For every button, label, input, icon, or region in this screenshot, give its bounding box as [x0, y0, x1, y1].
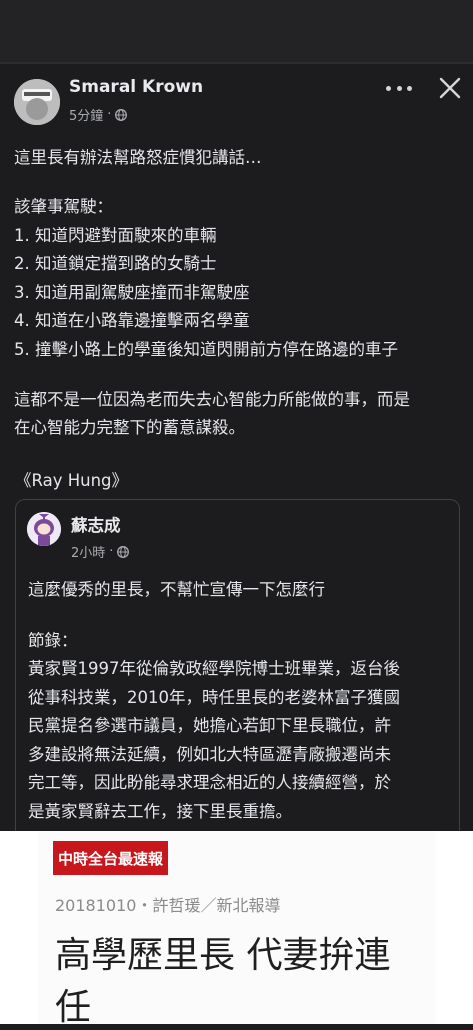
close-icon[interactable]: [438, 75, 462, 101]
post-list-item: 5. 撞擊小路上的學童後知道閃開前方停在路邊的車子: [14, 340, 398, 359]
post-list-heading: 該肇事駕駛：: [14, 197, 113, 216]
post-conclusion: 在心智能力完整下的蓄意謀殺。: [14, 418, 245, 437]
shared-author-name[interactable]: 蘇志成: [71, 512, 121, 536]
shared-post-time[interactable]: 2小時: [71, 542, 105, 561]
post-list-item: 4. 知道在小路靠邊撞擊兩名學童: [14, 311, 250, 330]
news-source-badge: 中時全台最速報: [53, 841, 168, 875]
post-time[interactable]: 5分鐘: [69, 105, 103, 124]
shared-excerpt-line: 多建設將無法延續，例如北大特區瀝青廠搬遷尚未: [28, 745, 391, 764]
globe-icon: [117, 545, 130, 558]
author-avatar[interactable]: [14, 79, 60, 125]
post-conclusion: 這都不是一位因為老而失去心智能力所能做的事，而是: [14, 390, 410, 409]
shared-excerpt-line: 完工等，因此盼能尋求理念相近的人接續經營，於: [28, 773, 391, 792]
shared-text: 這麼優秀的里長，不幫忙宣傳一下怎麼行: [28, 580, 325, 599]
shared-excerpt-line: 黃家賢1997年從倫敦政經學院博士班畢業，返台後: [28, 659, 400, 678]
post-author-name[interactable]: Smaral Krown: [69, 77, 203, 97]
meta-separator: ·: [107, 107, 112, 122]
shared-excerpt-line: 是黃家賢辭去工作，接下里長重擔。: [28, 802, 292, 821]
meta-separator: ·: [109, 544, 114, 559]
post-list-item: 2. 知道鎖定擋到路的女騎士: [14, 254, 217, 273]
globe-icon: [115, 108, 128, 121]
shared-excerpt-line: 從事科技業，2010年，時任里長的老婆林富子獲國: [28, 688, 400, 707]
shared-excerpt-line: 民黨提名參選市議員，她擔心若卸下里長職位，許: [28, 716, 391, 735]
article-title: 高學歷里長 代妻拚連: [55, 935, 391, 976]
divider: [0, 62, 473, 64]
shared-author-avatar[interactable]: [27, 512, 61, 546]
shared-post-meta: 2小時 ·: [71, 542, 130, 561]
article-title: 任: [55, 987, 92, 1028]
post-paragraph: 這里長有辦法幫路怒症慣犯講話…: [14, 148, 262, 167]
more-icon[interactable]: [386, 79, 412, 97]
shared-post-card[interactable]: 蘇志成 2小時 · 這麼優秀的里長，不幫忙宣傳一下怎麼行 節錄： 黃家賢1997…: [15, 499, 460, 841]
article-dateline: 20181010・許哲瑗／新北報導: [55, 896, 281, 915]
post-list-item: 1. 知道閃避對面駛來的車輛: [14, 226, 217, 245]
post-list-item: 3. 知道用副駕駛座撞而非駕駛座: [14, 283, 250, 302]
top-bar: [0, 0, 473, 62]
shared-excerpt-label: 節錄：: [28, 631, 78, 650]
post-meta: 5分鐘 ·: [69, 105, 128, 124]
post-signature: 《Ray Hung》: [15, 471, 129, 490]
